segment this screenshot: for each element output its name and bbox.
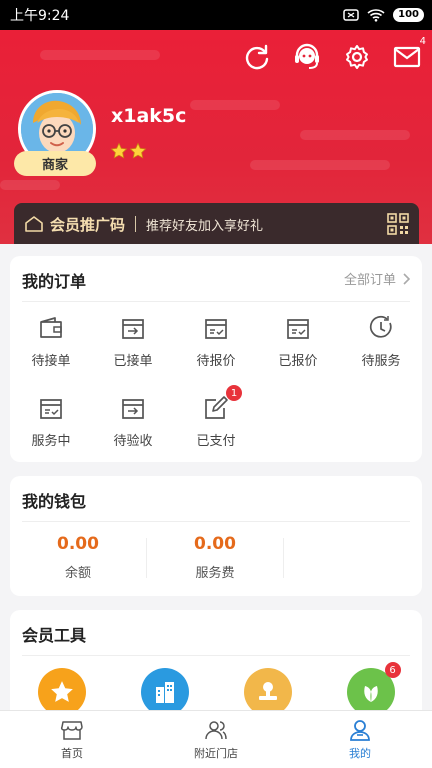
header-decoration — [250, 160, 390, 170]
tab-label: 附近门店 — [194, 746, 238, 760]
tab-home[interactable]: 首页 — [0, 711, 144, 768]
chevron-right-icon — [403, 272, 410, 285]
box-arrow-icon — [122, 319, 144, 339]
tool-stores[interactable] — [113, 668, 216, 716]
header-decoration — [40, 50, 160, 60]
order-status-label: 待报价 — [196, 354, 236, 369]
order-status-pending-service[interactable]: 待服务 — [340, 314, 422, 378]
order-status-label: 已支付 — [196, 434, 236, 449]
order-status-label: 待验收 — [113, 434, 153, 449]
tool-favorites[interactable] — [10, 668, 113, 716]
order-status-label: 服务中 — [31, 434, 71, 449]
order-status-label: 待接单 — [31, 354, 71, 369]
orders-card: 我的订单 全部订单 待接单 已接单 待报价 已报价 待服务 服务中 待验收 1 … — [10, 256, 422, 462]
star-icon — [50, 681, 73, 702]
store-icon — [60, 720, 83, 740]
tool-stamp[interactable] — [216, 668, 319, 716]
refresh-button[interactable] — [242, 42, 272, 72]
promo-separator — [135, 216, 137, 232]
tool-eco[interactable]: 6 — [319, 662, 422, 716]
building-icon — [155, 682, 174, 703]
box-check-icon — [205, 319, 227, 339]
wallet-label: 服务费 — [195, 566, 235, 581]
house-icon — [25, 216, 43, 232]
order-status-pending-acceptance[interactable]: 待验收 — [92, 394, 174, 458]
member-tools-card: 会员工具 6 — [10, 610, 422, 720]
order-status-label: 已报价 — [278, 354, 318, 369]
wallet-value: 0.00 — [57, 534, 99, 554]
promo-subtitle: 推荐好友加入享好礼 — [146, 218, 264, 234]
wallet-balance[interactable]: 0.00 余额 — [10, 534, 146, 581]
customer-service-button[interactable] — [292, 42, 322, 72]
refresh-icon — [245, 44, 269, 70]
all-orders-link[interactable]: 全部订单 — [344, 269, 410, 288]
card-divider — [22, 521, 410, 522]
wallet-title: 我的钱包 — [22, 492, 87, 511]
tab-label: 首页 — [61, 746, 83, 760]
wallet-label: 余额 — [64, 566, 91, 581]
order-status-label: 待服务 — [361, 354, 401, 369]
all-orders-label: 全部订单 — [343, 273, 396, 288]
order-status-pending-accept[interactable]: 待接单 — [10, 314, 92, 378]
card-divider — [22, 655, 410, 656]
box-check-icon — [287, 319, 309, 339]
mail-count-badge: 4 — [419, 36, 426, 47]
notification-icon — [343, 9, 359, 21]
wallet-icon — [40, 317, 62, 338]
star-icon — [129, 142, 147, 159]
wallet-card: 我的钱包 0.00 余额 0.00 服务费 — [10, 476, 422, 596]
box-arrow-icon — [122, 399, 144, 419]
box-check-icon — [40, 399, 62, 419]
profile-header: 4 商家 x1ak5c 会员推广码 推荐好友加入享好礼 — [0, 30, 432, 244]
wallet-divider — [283, 538, 284, 578]
battery-indicator: 100 — [393, 8, 424, 22]
header-decoration — [190, 100, 280, 110]
qr-code-icon — [387, 213, 409, 235]
order-status-quoted[interactable]: 已报价 — [257, 314, 339, 378]
status-time: 上午9:24 — [10, 8, 70, 24]
status-bar: 上午9:24 100 — [0, 0, 432, 30]
mail-icon — [393, 46, 421, 68]
member-promo-code-bar[interactable]: 会员推广码 推荐好友加入享好礼 — [14, 203, 419, 244]
edit-icon — [205, 396, 228, 419]
people-icon — [205, 720, 227, 739]
wallet-service-fee[interactable]: 0.00 服务费 — [147, 534, 283, 581]
orders-title: 我的订单 — [22, 272, 87, 291]
gear-icon — [346, 45, 368, 69]
stamp-icon — [258, 682, 277, 700]
order-status-pending-quote[interactable]: 待报价 — [175, 314, 257, 378]
username: x1ak5c — [111, 105, 187, 127]
header-decoration — [0, 180, 60, 190]
clock-icon — [369, 316, 392, 338]
member-rating — [110, 142, 147, 160]
tab-nearby-stores[interactable]: 附近门店 — [144, 711, 288, 768]
merchant-badge: 商家 — [14, 151, 96, 176]
order-status-label: 已接单 — [113, 354, 153, 369]
user-icon — [350, 719, 370, 741]
messages-button[interactable]: 4 — [392, 36, 426, 72]
bottom-tab-bar: 首页 附近门店 我的 — [0, 710, 432, 768]
card-divider — [22, 301, 410, 302]
tab-label: 我的 — [349, 746, 371, 760]
order-status-accepted[interactable]: 已接单 — [92, 314, 174, 378]
promo-title: 会员推广码 — [50, 215, 126, 234]
notification-badge: 1 — [226, 385, 242, 401]
headset-icon — [295, 43, 319, 69]
header-decoration — [300, 130, 410, 140]
order-status-in-service[interactable]: 服务中 — [10, 394, 92, 458]
tools-title: 会员工具 — [22, 626, 87, 645]
wifi-icon — [367, 8, 385, 22]
leaf-icon — [363, 686, 378, 702]
settings-button[interactable] — [342, 42, 372, 72]
order-status-paid[interactable]: 1 已支付 — [175, 385, 257, 458]
tab-mine[interactable]: 我的 — [288, 711, 432, 768]
wallet-value: 0.00 — [194, 534, 236, 554]
star-icon — [110, 142, 128, 159]
notification-badge: 6 — [384, 662, 401, 678]
